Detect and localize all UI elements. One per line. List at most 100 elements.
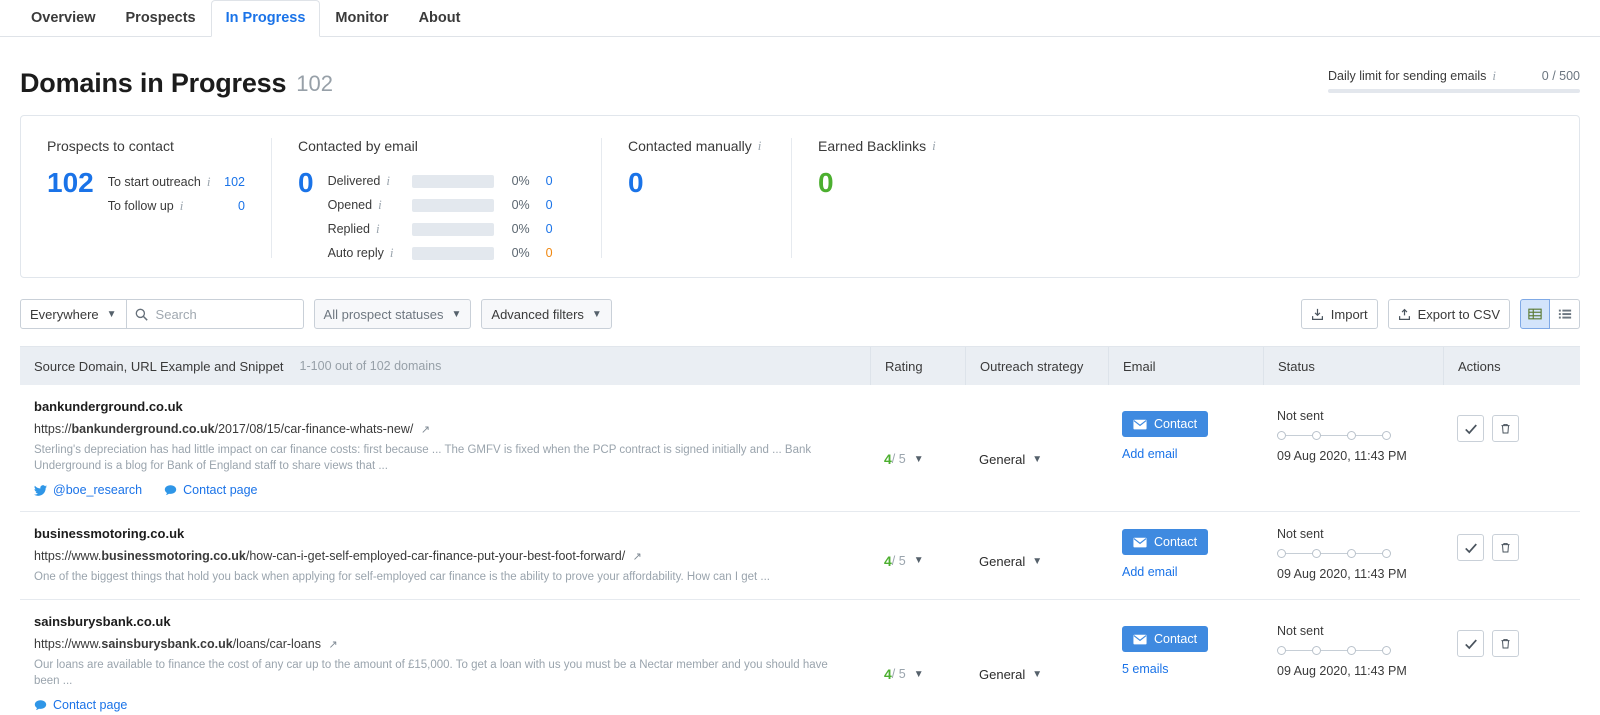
info-icon[interactable]: i <box>932 138 936 154</box>
info-icon[interactable]: i <box>758 138 762 154</box>
step-dot <box>1382 549 1391 558</box>
contact-page-link[interactable]: Contact page <box>164 483 257 497</box>
cell-domain: sainsburysbank.co.uk https://www.sainsbu… <box>20 600 870 715</box>
domain-name[interactable]: sainsburysbank.co.uk <box>34 614 856 629</box>
url-prefix: https://www. <box>34 549 101 563</box>
export-csv-button[interactable]: Export to CSV <box>1388 299 1510 329</box>
external-link-icon[interactable]: ↗ <box>328 639 337 651</box>
external-link-icon[interactable]: ↗ <box>633 551 642 563</box>
step-line <box>1356 650 1382 651</box>
main-tabbar: Overview Prospects In Progress Monitor A… <box>0 0 1600 37</box>
column-header-rating: Rating <box>870 347 965 385</box>
tab-overview[interactable]: Overview <box>16 0 111 37</box>
step-line <box>1286 435 1312 436</box>
chevron-down-icon: ▼ <box>1032 556 1042 567</box>
stats-panel: Prospects to contact 102 To start outrea… <box>20 115 1580 278</box>
delete-button[interactable] <box>1492 415 1519 442</box>
url-example[interactable]: https://www.sainsburysbank.co.uk/loans/c… <box>34 636 856 654</box>
snippet: Sterling's depreciation has had little i… <box>34 442 854 474</box>
tab-in-progress[interactable]: In Progress <box>211 0 321 37</box>
cell-actions <box>1443 385 1580 511</box>
strategy-label: General <box>979 452 1025 467</box>
step-dot <box>1347 549 1356 558</box>
info-icon[interactable]: i <box>207 174 211 190</box>
step-line <box>1356 553 1382 554</box>
cell-email: Contact 5 emails <box>1108 600 1263 715</box>
cell-rating: 4 / 5 ▼ <box>870 385 965 511</box>
import-button[interactable]: Import <box>1301 299 1378 329</box>
contact-button[interactable]: Contact <box>1122 626 1208 652</box>
cell-strategy[interactable]: General ▼ <box>965 600 1108 715</box>
mark-done-button[interactable] <box>1457 534 1484 561</box>
tab-monitor[interactable]: Monitor <box>320 0 403 37</box>
search-input[interactable] <box>154 306 294 323</box>
chevron-down-icon: ▼ <box>1032 454 1042 465</box>
cell-email: Contact Add email <box>1108 512 1263 599</box>
url-domain: sainsburysbank.co.uk <box>101 637 232 651</box>
status-stepper[interactable] <box>1277 646 1429 655</box>
status-timestamp: 09 Aug 2020, 11:43 PM <box>1277 567 1429 581</box>
email-sublink[interactable]: Add email <box>1122 447 1249 461</box>
step-dot <box>1382 431 1391 440</box>
prospect-status-dropdown[interactable]: All prospect statuses ▼ <box>314 299 472 329</box>
contact-page-link[interactable]: Contact page <box>34 698 127 712</box>
step-dot <box>1277 646 1286 655</box>
chevron-down-icon[interactable]: ▼ <box>914 555 924 566</box>
stat-earned-backlinks: Earned Backlinks i 0 <box>791 138 981 258</box>
export-icon <box>1398 308 1411 321</box>
stat-contacted-by-email: Contacted by email 0 Deliveredi 0% 0 Ope… <box>271 138 601 258</box>
email-sublink[interactable]: Add email <box>1122 565 1249 579</box>
table-view-button[interactable] <box>1520 299 1550 329</box>
info-icon[interactable]: i <box>1492 68 1496 84</box>
status-stepper[interactable] <box>1277 431 1429 440</box>
cell-status: Not sent 09 Aug 2020, 11:43 PM <box>1263 385 1443 511</box>
url-example[interactable]: https://www.businessmotoring.co.uk/how-c… <box>34 548 856 566</box>
url-prefix: https:// <box>34 422 72 436</box>
cell-strategy[interactable]: General ▼ <box>965 512 1108 599</box>
tab-about[interactable]: About <box>404 0 476 37</box>
email-sublink[interactable]: 5 emails <box>1122 662 1249 676</box>
mark-done-button[interactable] <box>1457 630 1484 657</box>
contact-button[interactable]: Contact <box>1122 529 1208 555</box>
domain-name[interactable]: bankunderground.co.uk <box>34 399 856 414</box>
info-icon[interactable]: i <box>378 197 382 213</box>
external-link-icon[interactable]: ↗ <box>421 424 430 436</box>
list-view-button[interactable] <box>1550 299 1580 329</box>
info-icon[interactable]: i <box>180 198 184 214</box>
delete-button[interactable] <box>1492 630 1519 657</box>
table-header-row: Source Domain, URL Example and Snippet 1… <box>20 347 1580 385</box>
row-links: Contact page <box>34 698 856 712</box>
info-icon[interactable]: i <box>376 221 380 237</box>
step-dot <box>1312 431 1321 440</box>
advanced-filters-button[interactable]: Advanced filters ▼ <box>481 299 611 329</box>
daily-limit-label: Daily limit for sending emails <box>1328 69 1486 83</box>
chevron-down-icon[interactable]: ▼ <box>914 454 924 465</box>
contact-button[interactable]: Contact <box>1122 411 1208 437</box>
email-total: 0 <box>298 168 314 198</box>
chevron-down-icon[interactable]: ▼ <box>914 669 924 680</box>
row-label: To start outreach <box>108 175 201 189</box>
stat-row-to-follow-up: To follow up i 0 <box>108 194 245 218</box>
domain-name[interactable]: businessmotoring.co.uk <box>34 526 856 541</box>
mark-done-button[interactable] <box>1457 415 1484 442</box>
search-input-wrapper[interactable] <box>127 299 304 329</box>
stat-title: Contacted by email <box>298 138 575 154</box>
row-label: To follow up <box>108 199 174 213</box>
status-stepper[interactable] <box>1277 549 1429 558</box>
url-example[interactable]: https://bankunderground.co.uk/2017/08/15… <box>34 421 856 439</box>
stat-row-replied: Repliedi 0% 0 <box>328 217 575 241</box>
scope-dropdown[interactable]: Everywhere ▼ <box>20 299 127 329</box>
delete-button[interactable] <box>1492 534 1519 561</box>
manual-total: 0 <box>628 168 765 198</box>
info-icon[interactable]: i <box>390 245 394 261</box>
cell-status: Not sent 09 Aug 2020, 11:43 PM <box>1263 600 1443 715</box>
tab-prospects[interactable]: Prospects <box>111 0 211 37</box>
cell-strategy[interactable]: General ▼ <box>965 385 1108 511</box>
rating-value: 4 <box>884 451 892 467</box>
cell-rating: 4 / 5 ▼ <box>870 600 965 715</box>
twitter-link[interactable]: @boe_research <box>34 483 142 497</box>
status-label: Not sent <box>1277 409 1429 423</box>
search-icon <box>135 308 148 321</box>
info-icon[interactable]: i <box>386 173 390 189</box>
chevron-down-icon: ▼ <box>1032 669 1042 680</box>
